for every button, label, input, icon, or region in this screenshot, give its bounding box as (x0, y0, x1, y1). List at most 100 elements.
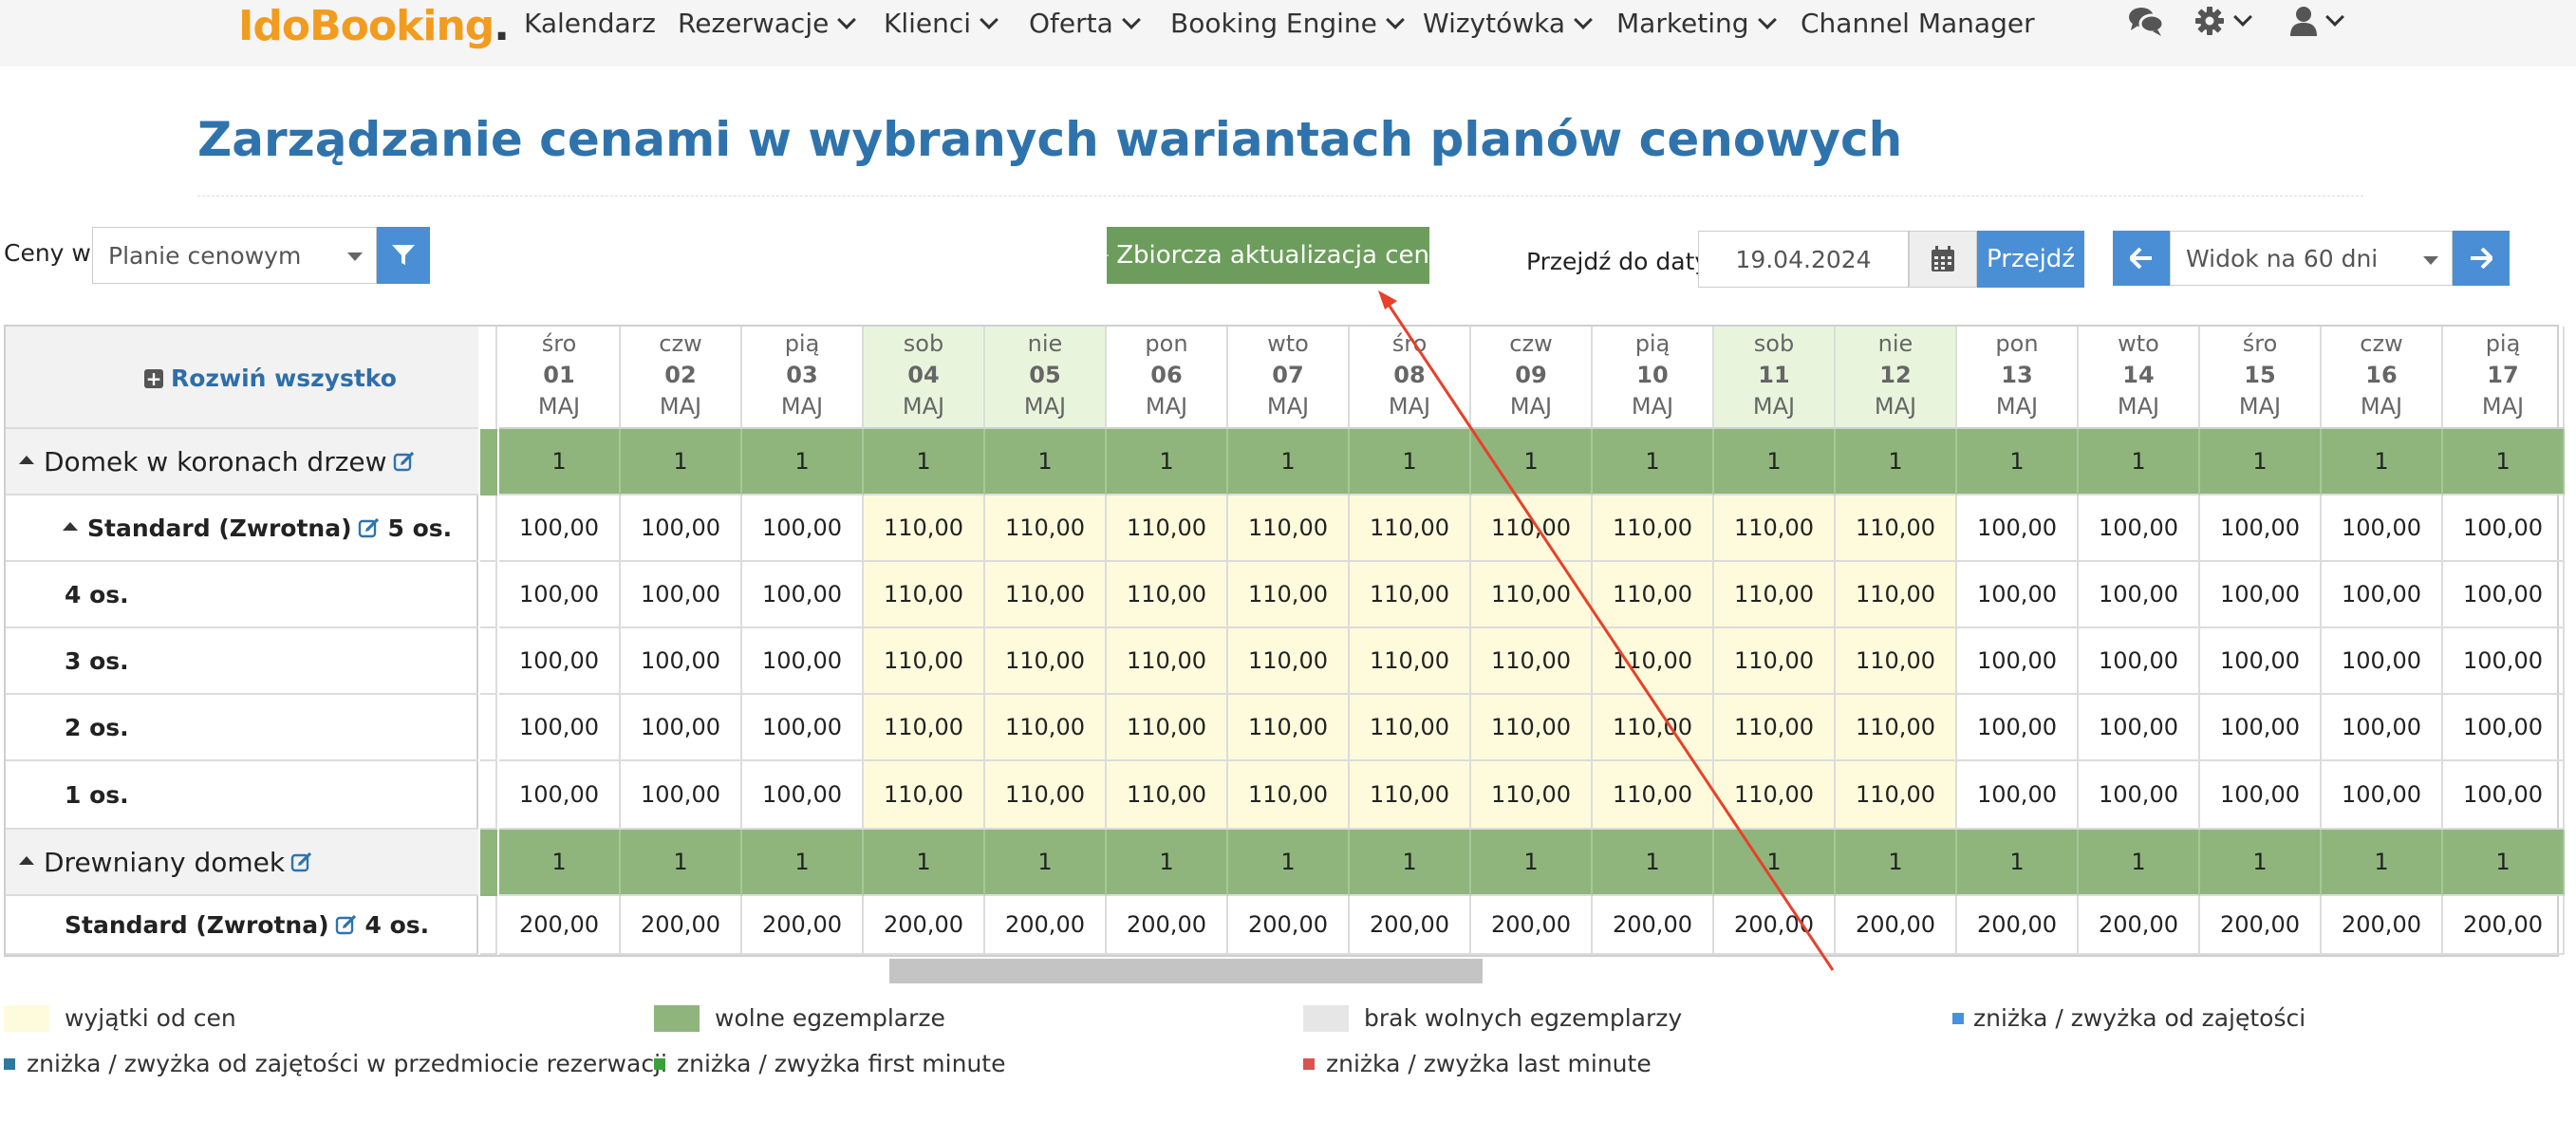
price-cell[interactable]: 100,00 (2079, 496, 2200, 562)
price-cell[interactable]: 110,00 (1107, 496, 1228, 562)
availability-cell[interactable]: 1 (2443, 429, 2565, 496)
price-cell[interactable]: 110,00 (1471, 562, 1593, 628)
price-cell[interactable]: 110,00 (1714, 628, 1836, 695)
price-cell[interactable]: 110,00 (1836, 695, 1957, 761)
availability-cell[interactable]: 1 (2322, 429, 2443, 496)
price-cell[interactable]: 100,00 (499, 628, 621, 695)
availability-cell[interactable]: 1 (985, 830, 1107, 896)
collapse-icon[interactable] (19, 855, 34, 865)
price-cell[interactable]: 110,00 (1107, 761, 1228, 830)
availability-cell[interactable]: 1 (2322, 830, 2443, 896)
settings-menu[interactable] (2194, 6, 2252, 36)
nav-kalendarz[interactable]: Kalendarz (524, 8, 656, 39)
price-cell[interactable]: 100,00 (2079, 761, 2200, 830)
price-cell[interactable]: 100,00 (499, 496, 621, 562)
availability-cell[interactable]: 1 (499, 429, 621, 496)
price-cell[interactable]: 100,00 (2200, 562, 2322, 628)
availability-cell[interactable]: 1 (1350, 429, 1471, 496)
goto-date-input[interactable]: 19.04.2024 (1698, 231, 1909, 288)
price-cell[interactable]: 110,00 (1107, 695, 1228, 761)
availability-cell[interactable]: 1 (1107, 830, 1228, 896)
price-cell[interactable]: 200,00 (1593, 896, 1714, 955)
user-menu[interactable] (2290, 6, 2344, 36)
price-cell[interactable]: 100,00 (2443, 496, 2565, 562)
price-cell[interactable]: 110,00 (1593, 496, 1714, 562)
price-cell[interactable]: 110,00 (1350, 761, 1471, 830)
availability-cell[interactable]: 1 (1471, 429, 1593, 496)
edit-icon[interactable] (393, 450, 416, 473)
availability-cell[interactable]: 1 (1714, 830, 1836, 896)
price-cell[interactable]: 110,00 (864, 562, 985, 628)
availability-cell[interactable]: 1 (2443, 830, 2565, 896)
availability-cell[interactable]: 1 (499, 830, 621, 896)
bulk-price-update-button[interactable]: Zbiorcza aktualizacja cen (1107, 227, 1429, 284)
price-cell[interactable]: 110,00 (1350, 695, 1471, 761)
price-cell[interactable]: 100,00 (2322, 761, 2443, 830)
price-cell[interactable]: 100,00 (1957, 761, 2079, 830)
availability-cell[interactable]: 1 (1957, 429, 2079, 496)
next-period-button[interactable] (2453, 231, 2510, 286)
price-cell[interactable]: 100,00 (621, 695, 742, 761)
availability-cell[interactable]: 1 (1593, 830, 1714, 896)
price-cell[interactable]: 100,00 (499, 562, 621, 628)
price-plan-select[interactable]: Planie cenowym (92, 227, 377, 284)
price-cell[interactable]: 200,00 (1350, 896, 1471, 955)
availability-cell[interactable]: 1 (1957, 830, 2079, 896)
price-cell[interactable]: 110,00 (985, 761, 1107, 830)
price-cell[interactable]: 110,00 (1714, 695, 1836, 761)
edit-icon[interactable] (335, 913, 358, 936)
price-cell[interactable]: 100,00 (742, 628, 864, 695)
nav-booking-engine[interactable]: Booking Engine (1170, 8, 1405, 39)
price-cell[interactable]: 100,00 (742, 761, 864, 830)
price-cell[interactable]: 100,00 (2200, 496, 2322, 562)
price-cell[interactable]: 100,00 (1957, 562, 2079, 628)
goto-date-button[interactable]: Przejdź (1977, 231, 2084, 288)
price-cell[interactable]: 200,00 (1836, 896, 1957, 955)
price-cell[interactable]: 200,00 (2443, 896, 2565, 955)
price-cell[interactable]: 110,00 (1714, 496, 1836, 562)
price-cell[interactable]: 110,00 (1228, 562, 1350, 628)
price-cell[interactable]: 110,00 (1593, 562, 1714, 628)
price-cell[interactable]: 110,00 (1350, 562, 1471, 628)
price-cell[interactable]: 110,00 (1471, 496, 1593, 562)
availability-cell[interactable]: 1 (864, 429, 985, 496)
availability-cell[interactable]: 1 (1471, 830, 1593, 896)
availability-cell[interactable]: 1 (1350, 830, 1471, 896)
availability-cell[interactable]: 1 (1228, 830, 1350, 896)
price-cell[interactable]: 200,00 (742, 896, 864, 955)
price-cell[interactable]: 200,00 (2200, 896, 2322, 955)
nav-wizytowka[interactable]: Wizytówka (1423, 8, 1593, 39)
availability-cell[interactable]: 1 (742, 830, 864, 896)
price-cell[interactable]: 110,00 (1836, 496, 1957, 562)
price-cell[interactable]: 110,00 (864, 496, 985, 562)
price-cell[interactable]: 200,00 (1957, 896, 2079, 955)
price-cell[interactable]: 100,00 (621, 628, 742, 695)
availability-cell[interactable]: 1 (621, 830, 742, 896)
price-cell[interactable]: 110,00 (1107, 628, 1228, 695)
price-cell[interactable]: 110,00 (1714, 761, 1836, 830)
availability-cell[interactable]: 1 (1714, 429, 1836, 496)
availability-cell[interactable]: 1 (1836, 830, 1957, 896)
price-cell[interactable]: 110,00 (985, 496, 1107, 562)
price-cell[interactable]: 100,00 (742, 496, 864, 562)
collapse-icon[interactable] (19, 455, 34, 464)
price-cell[interactable]: 100,00 (2322, 562, 2443, 628)
availability-cell[interactable]: 1 (1228, 429, 1350, 496)
price-cell[interactable]: 100,00 (621, 562, 742, 628)
availability-cell[interactable]: 1 (2079, 429, 2200, 496)
previous-period-button[interactable] (2113, 231, 2170, 286)
price-cell[interactable]: 100,00 (2322, 496, 2443, 562)
price-cell[interactable]: 100,00 (499, 761, 621, 830)
price-cell[interactable]: 200,00 (499, 896, 621, 955)
price-cell[interactable]: 110,00 (1836, 761, 1957, 830)
price-cell[interactable]: 200,00 (985, 896, 1107, 955)
availability-cell[interactable]: 1 (2200, 830, 2322, 896)
price-cell[interactable]: 100,00 (2443, 628, 2565, 695)
expand-all-link[interactable]: + Rozwiń wszystko (144, 365, 397, 392)
price-cell[interactable]: 110,00 (985, 628, 1107, 695)
price-cell[interactable]: 110,00 (985, 562, 1107, 628)
price-cell[interactable]: 100,00 (621, 496, 742, 562)
price-cell[interactable]: 200,00 (1471, 896, 1593, 955)
price-cell[interactable]: 100,00 (2079, 695, 2200, 761)
price-cell[interactable]: 100,00 (2200, 761, 2322, 830)
